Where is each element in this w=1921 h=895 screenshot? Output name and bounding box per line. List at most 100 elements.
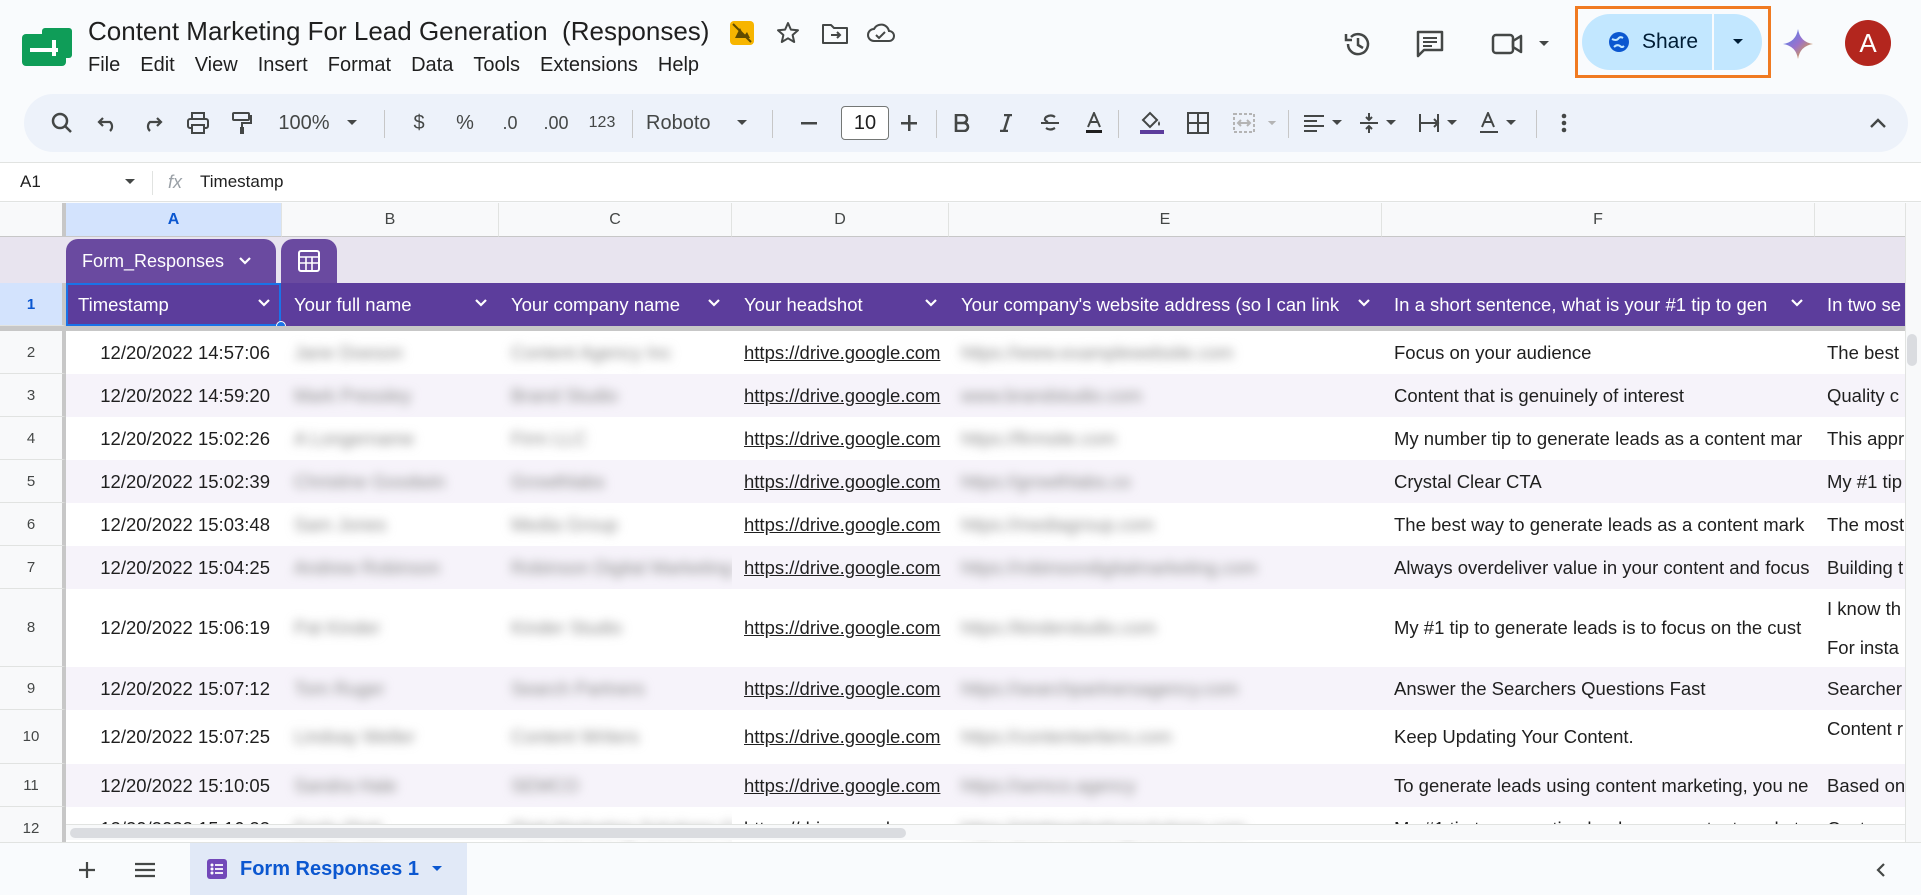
font-chevron-down-icon[interactable] bbox=[732, 94, 752, 152]
cell-full-name-redacted[interactable]: Mark Pressley bbox=[282, 374, 499, 417]
menu-edit[interactable]: Edit bbox=[130, 52, 184, 78]
row-header[interactable]: 5 bbox=[0, 460, 66, 503]
column-header-d[interactable]: D bbox=[732, 203, 949, 237]
cell-website-redacted[interactable]: https://mediagroup.com bbox=[949, 503, 1382, 546]
cell-company-redacted[interactable]: Growthlabs bbox=[499, 460, 732, 503]
cell-full-name-redacted[interactable]: Tom Ruger bbox=[282, 667, 499, 710]
avatar[interactable]: A bbox=[1845, 20, 1891, 66]
cell-tip[interactable]: Answer the Searchers Questions Fast bbox=[1382, 667, 1815, 710]
cell-timestamp[interactable]: 12/20/2022 15:06:19 bbox=[66, 589, 282, 667]
decrease-decimal-button[interactable]: .0 bbox=[490, 94, 530, 152]
search-menus-icon[interactable] bbox=[42, 94, 82, 152]
cell-headshot-link[interactable]: https://drive.google.com bbox=[732, 546, 949, 589]
cell-full-name-redacted[interactable]: Sam Jones bbox=[282, 503, 499, 546]
column-header-a[interactable]: A bbox=[66, 203, 282, 237]
cell-tip[interactable]: Content that is genuinely of interest bbox=[1382, 374, 1815, 417]
header-cell-full-name[interactable]: Your full name bbox=[282, 283, 499, 326]
decrease-font-size-icon[interactable] bbox=[794, 94, 824, 152]
cell-timestamp[interactable]: 12/20/2022 15:07:12 bbox=[66, 667, 282, 710]
chevron-down-icon[interactable] bbox=[1356, 295, 1372, 311]
cell-headshot-link[interactable]: https://drive.google.com bbox=[732, 460, 949, 503]
paint-format-icon[interactable] bbox=[222, 94, 262, 152]
menu-view[interactable]: View bbox=[185, 52, 248, 78]
bold-icon[interactable] bbox=[942, 94, 982, 152]
cell-timestamp[interactable]: 12/20/2022 14:59:20 bbox=[66, 374, 282, 417]
cell-website-redacted[interactable]: https://semco.agency bbox=[949, 764, 1382, 807]
menu-format[interactable]: Format bbox=[318, 52, 401, 78]
vertical-align-icon[interactable] bbox=[1350, 94, 1406, 152]
chevron-down-icon[interactable] bbox=[1789, 295, 1805, 311]
table-name-tab[interactable]: Form_Responses bbox=[66, 239, 276, 283]
italic-icon[interactable] bbox=[986, 94, 1026, 152]
cell-tip[interactable]: My #1 tip to generate leads is to focus … bbox=[1382, 589, 1815, 667]
share-button[interactable]: Share bbox=[1582, 14, 1712, 70]
menu-extensions[interactable]: Extensions bbox=[530, 52, 648, 78]
vertical-scrollbar-thumb[interactable] bbox=[1907, 334, 1917, 366]
cell-website-redacted[interactable]: https://kinderstudio.com bbox=[949, 589, 1382, 667]
collapse-toolbar-icon[interactable] bbox=[1858, 94, 1898, 152]
header-cell-tip[interactable]: In a short sentence, what is your #1 tip… bbox=[1382, 283, 1815, 326]
cell-full-name-redacted[interactable]: Andrew Robinson bbox=[282, 546, 499, 589]
cell-headshot-link[interactable]: https://drive.google.com bbox=[732, 589, 949, 667]
cell-website-redacted[interactable]: https://www.examplewebsite.com bbox=[949, 331, 1382, 374]
cell-timestamp[interactable]: 12/20/2022 15:07:25 bbox=[66, 710, 282, 764]
cell-company-redacted[interactable]: Search Partners bbox=[499, 667, 732, 710]
merge-cells-icon[interactable] bbox=[1224, 94, 1264, 152]
name-box-chevron-down-icon[interactable] bbox=[124, 178, 136, 186]
undo-icon[interactable] bbox=[88, 94, 128, 152]
sheets-logo-icon[interactable] bbox=[22, 28, 72, 66]
horizontal-scrollbar-thumb[interactable] bbox=[70, 828, 906, 838]
cell-headshot-link[interactable]: https://drive.google.com bbox=[732, 503, 949, 546]
version-history-icon[interactable] bbox=[1336, 22, 1380, 66]
cell-timestamp[interactable]: 12/20/2022 15:04:25 bbox=[66, 546, 282, 589]
text-color-icon[interactable] bbox=[1074, 94, 1114, 152]
formula-input[interactable]: Timestamp bbox=[200, 172, 283, 192]
cell-headshot-link[interactable]: https://drive.google.com bbox=[732, 710, 949, 764]
select-all-corner[interactable] bbox=[0, 203, 66, 237]
column-header-c[interactable]: C bbox=[499, 203, 732, 237]
menu-data[interactable]: Data bbox=[401, 52, 463, 78]
row-header[interactable]: 8 bbox=[0, 589, 66, 667]
cell-company-redacted[interactable]: Media Group bbox=[499, 503, 732, 546]
cell-website-redacted[interactable]: https://firmsite.com bbox=[949, 417, 1382, 460]
percent-format-button[interactable]: % bbox=[448, 94, 482, 152]
cell-tip[interactable]: The best way to generate leads as a cont… bbox=[1382, 503, 1815, 546]
cell-tip[interactable]: Focus on your audience bbox=[1382, 331, 1815, 374]
currency-format-button[interactable]: $ bbox=[402, 94, 436, 152]
add-sheet-icon[interactable] bbox=[72, 855, 102, 885]
cell-website-redacted[interactable]: https://growthlabs.co bbox=[949, 460, 1382, 503]
row-header[interactable]: 10 bbox=[0, 710, 66, 764]
vertical-scrollbar[interactable] bbox=[1905, 203, 1921, 842]
cell-website-redacted[interactable]: https://contentwriters.com bbox=[949, 710, 1382, 764]
menu-help[interactable]: Help bbox=[648, 52, 709, 78]
cell-website-redacted[interactable]: www.brandstudio.com bbox=[949, 374, 1382, 417]
print-icon[interactable] bbox=[178, 94, 218, 152]
chevron-down-icon[interactable] bbox=[923, 295, 939, 311]
row-header[interactable]: 2 bbox=[0, 331, 66, 374]
cell-tip[interactable]: Keep Updating Your Content. bbox=[1382, 710, 1815, 764]
meet-dropdown-icon[interactable] bbox=[1524, 22, 1564, 66]
row-header[interactable]: 1 bbox=[0, 283, 66, 326]
star-icon[interactable] bbox=[773, 18, 803, 48]
cell-company-redacted[interactable]: Robinson Digital Marketing Co bbox=[499, 546, 732, 589]
font-size-input[interactable]: 10 bbox=[841, 106, 889, 140]
increase-font-size-icon[interactable] bbox=[894, 94, 924, 152]
menu-insert[interactable]: Insert bbox=[248, 52, 318, 78]
header-cell-company-name[interactable]: Your company name bbox=[499, 283, 732, 326]
document-title[interactable]: Content Marketing For Lead Generation (R… bbox=[88, 16, 709, 47]
cell-timestamp[interactable]: 12/20/2022 15:02:26 bbox=[66, 417, 282, 460]
cell-full-name-redacted[interactable]: Christine Goodwin bbox=[282, 460, 499, 503]
cell-website-redacted[interactable]: https://searchpartnersagency.com bbox=[949, 667, 1382, 710]
column-header-b[interactable]: B bbox=[282, 203, 499, 237]
collapse-sidebar-icon[interactable] bbox=[1866, 855, 1896, 885]
cell-website-redacted[interactable]: https://robinsondigitalmarketing.com bbox=[949, 546, 1382, 589]
move-folder-icon[interactable] bbox=[820, 18, 850, 48]
zoom-chevron-down-icon[interactable] bbox=[342, 94, 362, 152]
gemini-icon[interactable] bbox=[1776, 22, 1820, 66]
cell-headshot-link[interactable]: https://drive.google.com bbox=[732, 331, 949, 374]
borders-icon[interactable] bbox=[1178, 94, 1218, 152]
cell-timestamp[interactable]: 12/20/2022 15:10:05 bbox=[66, 764, 282, 807]
header-cell-website[interactable]: Your company's website address (so I can… bbox=[949, 283, 1382, 326]
cell-company-redacted[interactable]: Brand Studio bbox=[499, 374, 732, 417]
cloud-saved-icon[interactable] bbox=[866, 18, 896, 48]
